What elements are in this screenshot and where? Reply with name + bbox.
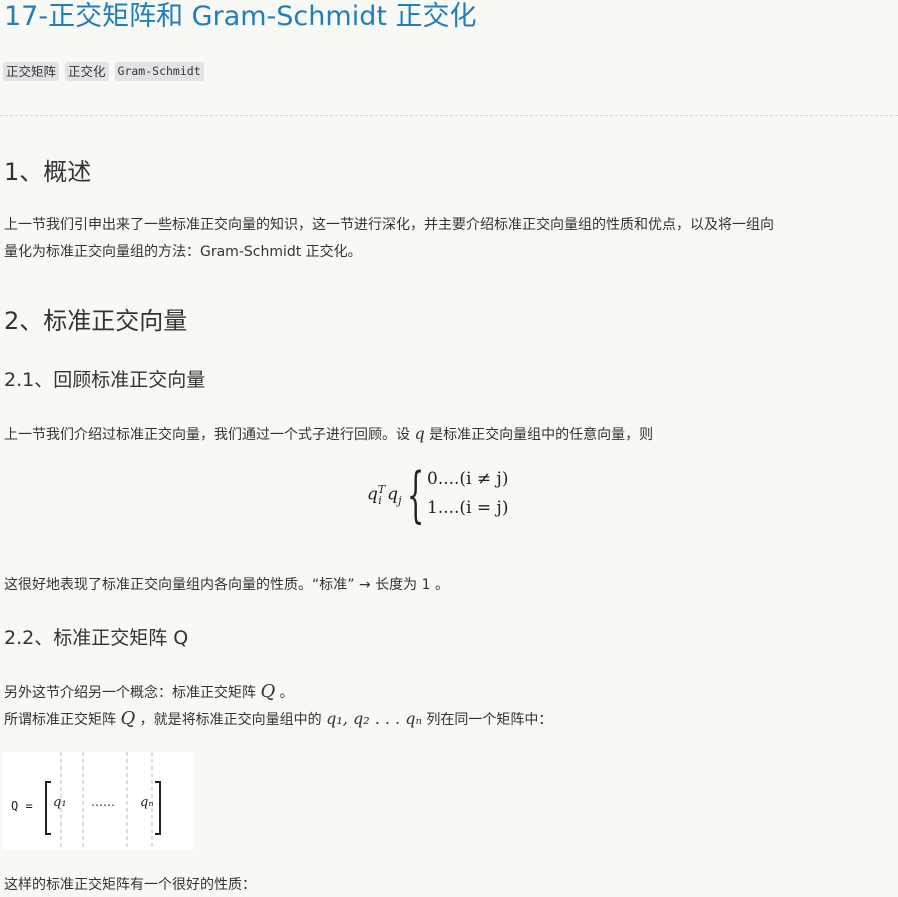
tag-list: 正交矩阵 正交化 Gram-Schmidt (3, 62, 204, 81)
paragraph-text: 上一节我们介绍过标准正交向量，我们通过一个式子进行回顾。设 (4, 427, 410, 443)
math-var-q: q (414, 424, 425, 443)
section-1-heading: 1、概述 (4, 158, 92, 186)
section-1-paragraph-line-2: 量化为标准正交向量组的方法：Gram-Schmidt 正交化。 (4, 244, 362, 260)
formula-brace: { (407, 460, 425, 530)
paragraph-text: 。 (279, 685, 294, 701)
math-var-Q: Q (120, 708, 136, 729)
section-2-2-line-1: 另外这节介绍另一个概念：标准正交矩阵 Q 。 (4, 679, 294, 706)
section-2-1-summary: 这很好地表现了标准正交向量组内各向量的性质。“标准” → 长度为 1 。 (4, 577, 449, 593)
matrix-figure: Q = q₁ …… qₙ (3, 752, 193, 850)
matrix-diagram: Q = q₁ …… qₙ (11, 752, 161, 850)
tag-orthogonal-matrix[interactable]: 正交矩阵 (3, 62, 60, 81)
paragraph-text: 是标准正交向量组中的任意向量，则 (429, 427, 654, 443)
section-2-heading: 2、标准正交向量 (4, 307, 188, 335)
matrix-q1: q₁ (53, 795, 67, 810)
math-var-Q: Q (260, 681, 276, 702)
section-2-2-property-intro: 这样的标准正交矩阵有一个很好的性质： (4, 877, 256, 893)
paragraph-text: 另外这节介绍另一个概念：标准正交矩阵 (4, 685, 256, 701)
article-title: 17-正交矩阵和 Gram-Schmidt 正交化 (4, 1, 477, 32)
section-1-paragraph-line-1: 上一节我们引申出来了一些标准正交向量的知识，这一节进行深化，并主要介绍标准正交向… (4, 217, 774, 233)
section-2-1-paragraph: 上一节我们介绍过标准正交向量，我们通过一个式子进行回顾。设 q 是标准正交向量组… (4, 421, 653, 448)
section-2-1-heading: 2.1、回顾标准正交向量 (4, 369, 206, 391)
orthonormal-formula: qTi qj { 0....(i ≠ j) 1....(i = j) (365, 465, 535, 530)
matrix-dots: …… (91, 795, 115, 809)
section-2-2-line-2: 所谓标准正交矩阵 Q ，就是将标准正交向量组中的 q₁, q₂ . . . qₙ… (4, 706, 552, 733)
formula-lhs: qTi qj (367, 483, 402, 508)
paragraph-text: ，就是将标准正交向量组中的 (139, 712, 322, 728)
paragraph-text: 列在同一个矩阵中： (426, 712, 553, 728)
tag-orthogonalization[interactable]: 正交化 (65, 62, 109, 81)
matrix-label: Q = (11, 799, 33, 813)
section-2-2-heading: 2.2、标准正交矩阵 Q (4, 627, 189, 649)
divider (0, 115, 898, 116)
paragraph-text: 所谓标准正交矩阵 (4, 712, 116, 728)
matrix-qn: qₙ (140, 795, 154, 810)
tag-gram-schmidt[interactable]: Gram-Schmidt (114, 62, 204, 81)
math-vector-list: q₁, q₂ . . . qₙ (326, 709, 422, 728)
formula-case-1: 0....(i ≠ j) (427, 469, 509, 489)
article-page: 17-正交矩阵和 Gram-Schmidt 正交化 正交矩阵 正交化 Gram-… (0, 0, 898, 897)
formula-case-2: 1....(i = j) (427, 498, 509, 518)
